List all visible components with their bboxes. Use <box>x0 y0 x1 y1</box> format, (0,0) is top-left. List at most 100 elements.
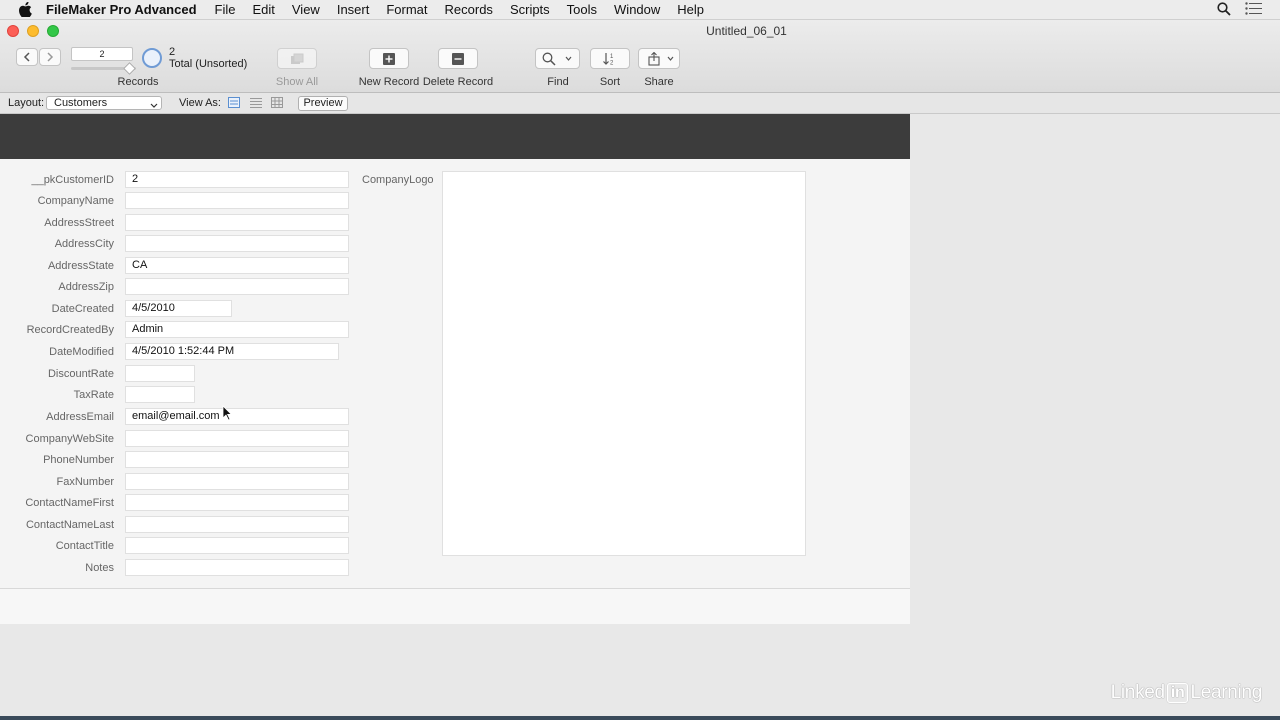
field-label: RecordCreatedBy <box>26 324 114 336</box>
menu-bar: FileMaker Pro Advanced File Edit View In… <box>0 0 1280 20</box>
company-logo-container[interactable] <box>442 171 806 556</box>
fax-number-field[interactable] <box>125 473 349 490</box>
field-label: ContactTitle <box>55 540 114 552</box>
menu-edit[interactable]: Edit <box>252 2 274 17</box>
view-as-list-icon[interactable] <box>250 97 262 108</box>
new-record-label: New Record <box>358 76 420 88</box>
chevron-right-icon <box>47 52 54 62</box>
company-name-field[interactable] <box>125 192 349 209</box>
menu-scripts[interactable]: Scripts <box>510 2 550 17</box>
field-label: AddressEmail <box>46 411 114 423</box>
field-label: AddressStreet <box>44 217 114 229</box>
window-title: Untitled_06_01 <box>706 24 787 38</box>
address-zip-field[interactable] <box>125 278 349 295</box>
menu-file[interactable]: File <box>215 2 236 17</box>
record-created-by-field[interactable]: Admin <box>125 321 349 338</box>
share-button[interactable] <box>638 48 680 69</box>
contact-name-first-field[interactable] <box>125 494 349 511</box>
watermark-linked-text: Linked <box>1110 682 1166 703</box>
pk-customer-id-field[interactable]: 2 <box>125 171 349 188</box>
field-label: CompanyWebSite <box>25 433 114 445</box>
watermark-learning-text: Learning <box>1190 682 1262 703</box>
contact-title-field[interactable] <box>125 537 349 554</box>
menu-format[interactable]: Format <box>386 2 427 17</box>
date-modified-field[interactable]: 4/5/2010 1:52:44 PM <box>125 343 339 360</box>
svg-text:1: 1 <box>610 54 614 60</box>
total-unsorted-label: Total (Unsorted) <box>169 58 248 70</box>
field-label: TaxRate <box>73 389 114 401</box>
layout-dropdown[interactable]: Customers <box>46 96 162 110</box>
notes-field[interactable] <box>125 559 349 576</box>
phone-number-field[interactable] <box>125 451 349 468</box>
show-all-label: Show All <box>275 76 319 88</box>
chevron-down-icon <box>667 56 674 61</box>
apple-menu-icon[interactable] <box>16 0 34 20</box>
address-email-field[interactable]: email@email.com <box>125 408 349 425</box>
field-label: DiscountRate <box>47 368 114 380</box>
tax-rate-field[interactable] <box>125 386 195 403</box>
field-label: ContactNameFirst <box>25 497 114 509</box>
layout-header <box>0 114 910 159</box>
field-label: Notes <box>85 562 114 574</box>
mouse-cursor-icon <box>222 405 232 421</box>
field-label: AddressState <box>47 260 114 272</box>
record-slider-knob[interactable] <box>123 62 136 75</box>
field-label: __pkCustomerID <box>31 174 114 186</box>
view-as-form-icon[interactable] <box>228 97 240 108</box>
chevron-left-icon <box>23 52 30 62</box>
menu-insert[interactable]: Insert <box>337 2 370 17</box>
field-label: AddressCity <box>54 238 114 250</box>
record-count: 2 Total (Unsorted) <box>169 46 247 70</box>
menu-help[interactable]: Help <box>677 2 704 17</box>
found-count: 2 <box>169 46 176 58</box>
magnifier-icon <box>542 52 556 66</box>
svg-text:2: 2 <box>610 61 614 66</box>
window-toolbar: Untitled_06_01 2 2 Total (Unsorted) Reco… <box>0 20 1280 93</box>
company-logo-label: CompanyLogo <box>362 174 434 186</box>
current-record-field[interactable]: 2 <box>71 47 133 61</box>
notification-center-icon[interactable] <box>1245 2 1262 18</box>
previous-record-button[interactable] <box>16 48 38 66</box>
field-label: AddressZip <box>58 281 114 293</box>
show-all-button[interactable] <box>277 48 317 69</box>
field-label: DateModified <box>49 346 114 358</box>
menu-view[interactable]: View <box>292 2 320 17</box>
contact-name-last-field[interactable] <box>125 516 349 533</box>
desktop-edge <box>0 716 1280 720</box>
menu-window[interactable]: Window <box>614 2 660 17</box>
field-label: FaxNumber <box>56 476 114 488</box>
sort-icon: 12 <box>603 53 614 66</box>
find-button[interactable] <box>535 48 580 69</box>
new-record-plus-icon <box>383 52 395 65</box>
discount-rate-field[interactable] <box>125 365 195 382</box>
field-label: PhoneNumber <box>43 454 114 466</box>
address-city-field[interactable] <box>125 235 349 252</box>
sort-button[interactable]: 12 <box>590 48 630 69</box>
field-label: CompanyName <box>37 195 114 207</box>
delete-record-button[interactable] <box>438 48 478 69</box>
found-set-pie-icon[interactable] <box>142 48 162 68</box>
company-website-field[interactable] <box>125 430 349 447</box>
delete-record-minus-icon <box>452 52 464 65</box>
next-record-button[interactable] <box>39 48 61 66</box>
address-state-field[interactable]: CA <box>125 257 349 274</box>
dropdown-chevron-icon <box>150 97 158 112</box>
view-as-table-icon[interactable] <box>271 97 283 108</box>
menu-records[interactable]: Records <box>445 2 493 17</box>
chevron-down-icon <box>565 56 572 61</box>
preview-button[interactable]: Preview <box>298 96 348 111</box>
linkedin-in-logo-icon: in <box>1166 683 1189 703</box>
new-record-button[interactable] <box>369 48 409 69</box>
linkedin-learning-watermark: Linked in Learning <box>1111 682 1262 704</box>
field-label: ContactNameLast <box>25 519 114 531</box>
share-label: Share <box>644 76 674 88</box>
app-name-menu[interactable]: FileMaker Pro Advanced <box>46 2 197 17</box>
spotlight-search-icon[interactable] <box>1217 1 1231 19</box>
view-as-label: View As: <box>179 97 221 109</box>
date-created-field[interactable]: 4/5/2010 <box>125 300 232 317</box>
layout-bar: Layout: Customers View As: Preview <box>0 93 1280 114</box>
menu-tools[interactable]: Tools <box>567 2 597 17</box>
records-label: Records <box>117 76 159 88</box>
find-label: Find <box>547 76 569 88</box>
address-street-field[interactable] <box>125 214 349 231</box>
